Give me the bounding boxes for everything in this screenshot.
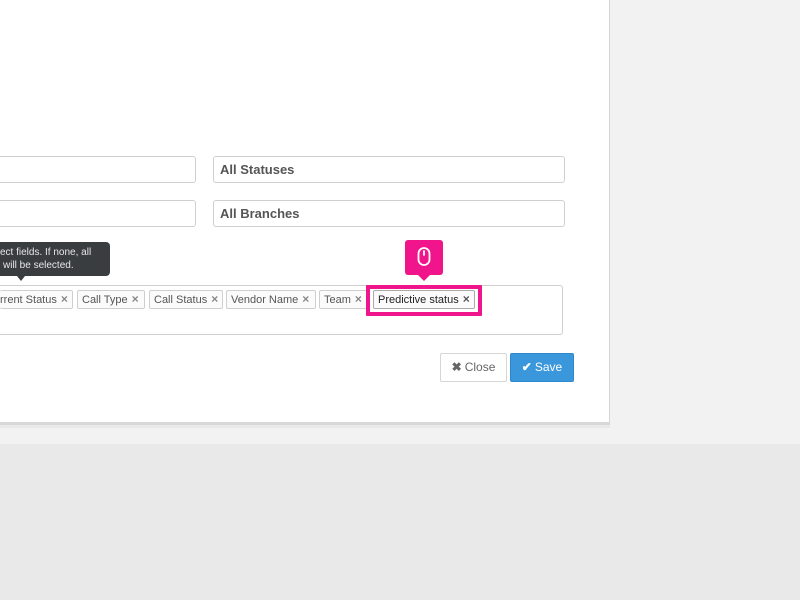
save-button-label: Save — [534, 360, 563, 374]
save-button[interactable]: ✔ Save — [510, 353, 574, 382]
remove-tag-icon[interactable]: × — [61, 292, 68, 306]
page-background — [610, 0, 800, 444]
remove-tag-icon[interactable]: × — [211, 292, 218, 306]
mouse-icon — [417, 247, 431, 266]
tag-label: Call Type — [82, 294, 128, 306]
close-button-label: Close — [464, 360, 496, 374]
remove-tag-icon[interactable]: × — [302, 292, 309, 306]
tag-call-status[interactable]: Call Status × — [149, 290, 223, 309]
remove-tag-icon[interactable]: × — [132, 292, 139, 306]
branch-select[interactable]: All Branches — [213, 200, 565, 227]
tag-current-status[interactable]: rrent Status × — [0, 290, 73, 309]
status-select[interactable]: All Statuses — [213, 156, 565, 183]
remove-tag-icon[interactable]: × — [355, 292, 362, 306]
tag-label: Call Status — [154, 294, 208, 306]
tag-label: rrent Status — [0, 294, 57, 306]
close-button[interactable]: ✖ Close — [440, 353, 507, 382]
click-indicator — [405, 240, 443, 275]
tooltip-arrow — [17, 276, 25, 281]
page-background-strip — [0, 428, 610, 444]
tag-label: Vendor Name — [231, 294, 299, 306]
tag-vendor-name[interactable]: Vendor Name × — [226, 290, 316, 309]
click-indicator-arrow — [418, 275, 430, 281]
highlight-frame — [366, 285, 482, 316]
tag-team[interactable]: Team × — [319, 290, 368, 309]
fields-tooltip: ect fields. If none, all will be selecte… — [0, 242, 110, 276]
filter-input-left-2[interactable] — [0, 200, 196, 227]
tag-label: Team — [324, 294, 351, 306]
close-icon: ✖ — [451, 360, 462, 374]
tooltip-line: ect fields. If none, all — [0, 247, 92, 258]
check-circle-icon: ✔ — [521, 360, 532, 374]
tooltip-line: will be selected. — [3, 260, 74, 271]
filter-input-left-1[interactable] — [0, 156, 196, 183]
tag-call-type[interactable]: Call Type × — [77, 290, 145, 309]
